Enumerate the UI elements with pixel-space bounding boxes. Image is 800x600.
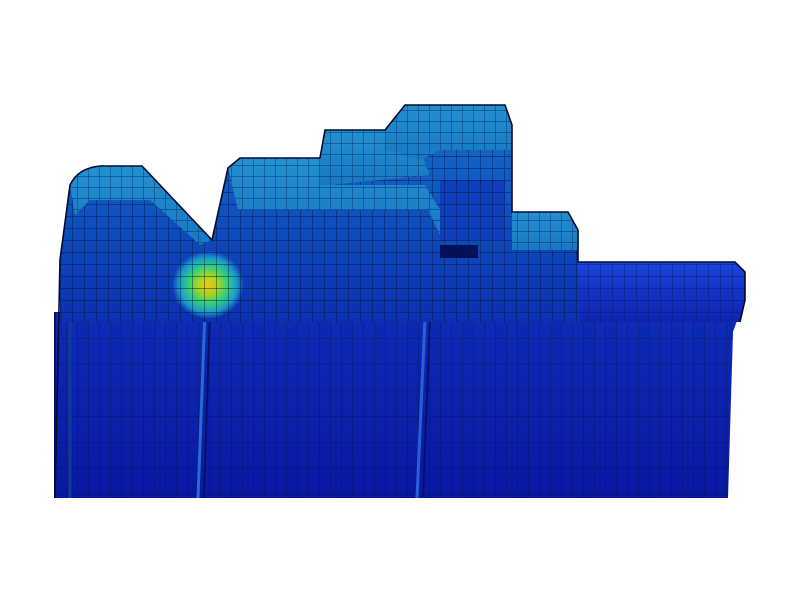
base-block [54,309,740,499]
fea-mesh-render [54,104,746,499]
right-slab [575,262,745,322]
stress-hot-spot [172,251,244,319]
